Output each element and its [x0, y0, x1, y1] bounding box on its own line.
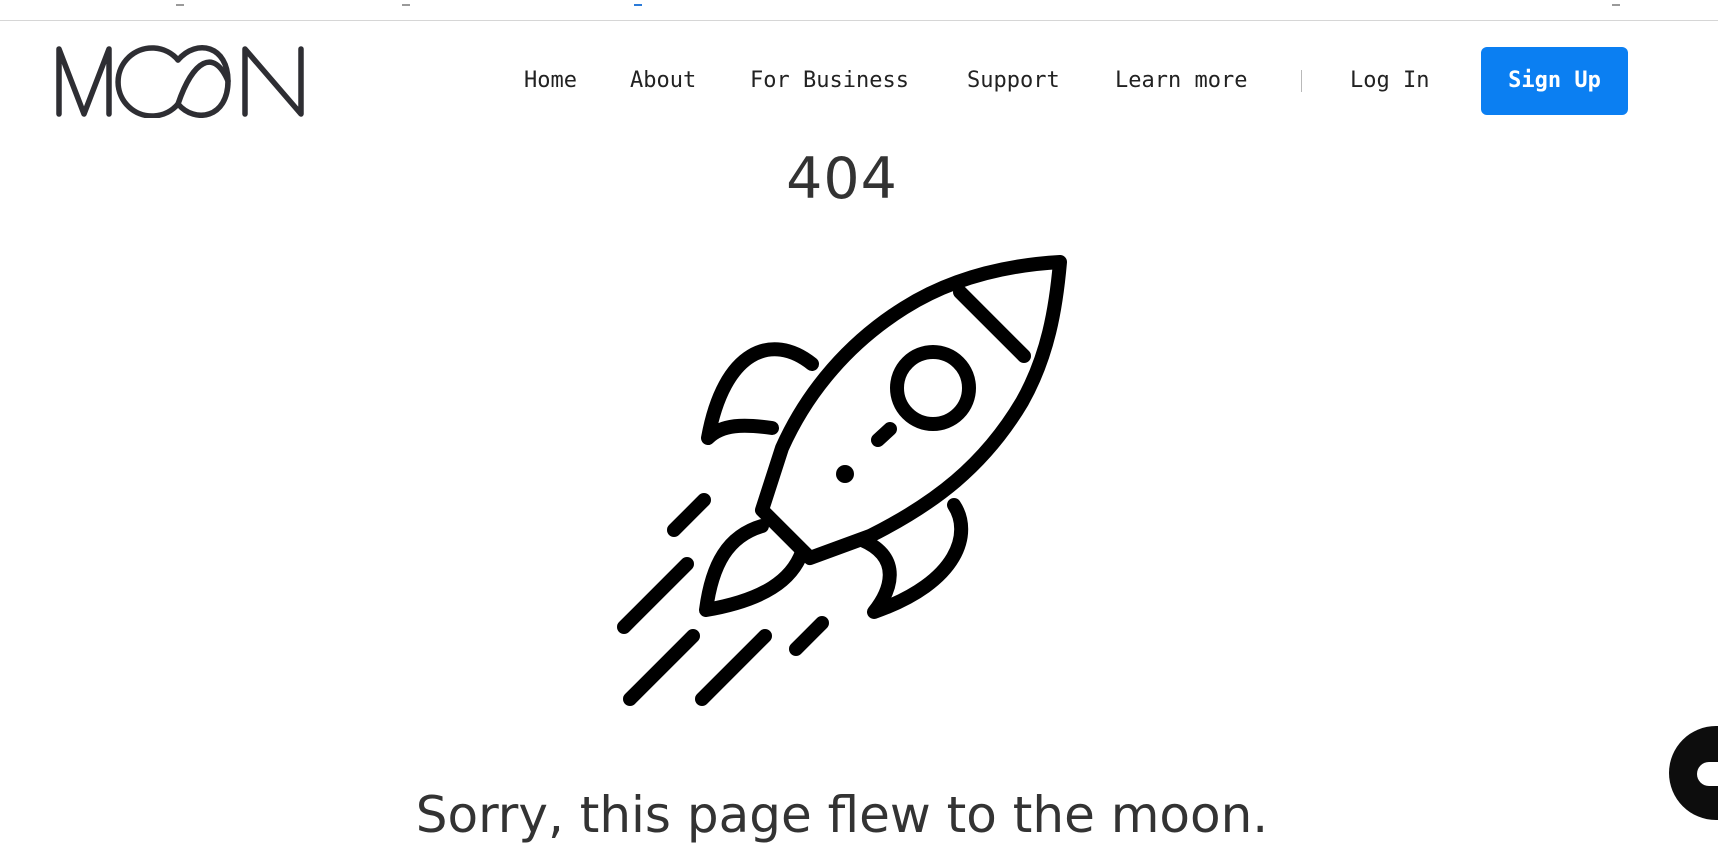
nav-support[interactable]: Support [967, 64, 1060, 98]
login-link[interactable]: Log In [1350, 64, 1429, 98]
browser-top-strip [0, 0, 1718, 21]
error-code: 404 [786, 146, 898, 212]
nav-divider [1301, 70, 1302, 92]
top-strip-fragment [634, 0, 642, 6]
moon-logo[interactable] [56, 44, 333, 118]
nav-for-business[interactable]: For Business [750, 64, 909, 98]
top-strip-fragment [176, 0, 184, 6]
rocket-icon [617, 255, 1067, 706]
chat-icon [1697, 762, 1718, 786]
top-strip-fragment [402, 0, 410, 6]
nav-learn-more[interactable]: Learn more [1115, 64, 1247, 98]
signup-button[interactable]: Sign Up [1481, 47, 1628, 115]
top-strip-fragment [1612, 0, 1620, 6]
nav-about[interactable]: About [630, 64, 696, 98]
error-message: Sorry, this page flew to the moon. [415, 786, 1269, 844]
page: Home About For Business Support Learn mo… [0, 0, 1718, 844]
nav-home[interactable]: Home [524, 64, 577, 98]
